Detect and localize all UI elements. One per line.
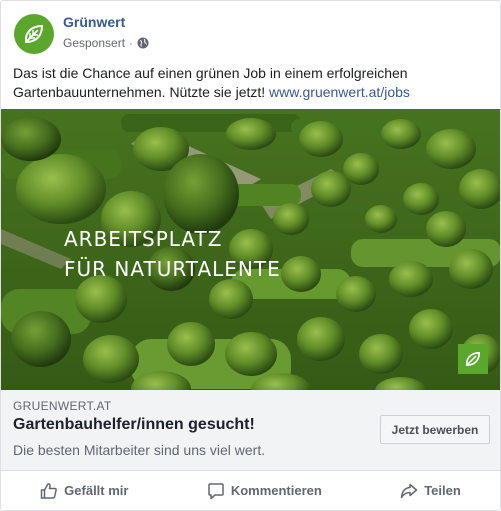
link-headline[interactable]: Gartenbauhelfer/innen gesucht!	[13, 416, 255, 434]
sponsored-label[interactable]: Gesponsert	[63, 36, 125, 50]
meta-separator: ·	[129, 36, 134, 50]
leaf-icon	[24, 24, 44, 44]
share-label: Teilen	[424, 483, 461, 498]
link-description: Die besten Mitarbeiter sind uns viel wer…	[13, 442, 266, 458]
action-bar: Gefällt mir Kommentieren Teilen	[1, 471, 500, 510]
apply-now-button[interactable]: Jetzt bewerben	[380, 415, 490, 444]
overlay-line-2: FÜR NATURTALENTE	[64, 257, 281, 281]
globe-icon[interactable]	[137, 37, 149, 49]
share-button[interactable]: Teilen	[390, 476, 471, 506]
comment-icon	[208, 482, 224, 499]
page-name-link[interactable]: Grünwert	[63, 14, 125, 30]
comment-label: Kommentieren	[230, 483, 322, 498]
thumbs-up-icon	[40, 482, 58, 499]
link-preview[interactable]: GRUENWERT.AT Gartenbauhelfer/innen gesuc…	[1, 390, 500, 471]
post-text: Das ist die Chance auf einen grünen Job …	[13, 64, 489, 102]
post-meta: Gesponsert ·	[63, 36, 149, 50]
share-icon	[400, 483, 418, 498]
sponsored-post-card: Grünwert Gesponsert · Das ist die Chance…	[0, 0, 501, 511]
brand-logo-badge	[458, 344, 488, 374]
page-avatar[interactable]	[14, 14, 54, 54]
like-button[interactable]: Gefällt mir	[30, 476, 138, 506]
leaf-icon	[465, 351, 481, 367]
like-label: Gefällt mir	[64, 483, 129, 498]
link-domain: GRUENWERT.AT	[13, 399, 112, 413]
comment-button[interactable]: Kommentieren	[197, 476, 332, 506]
overlay-line-1: ARBEITSPLATZ	[64, 227, 223, 251]
post-header: Grünwert Gesponsert ·	[1, 1, 500, 61]
post-link[interactable]: www.gruenwert.at/jobs	[269, 84, 410, 100]
ad-image[interactable]: ARBEITSPLATZ FÜR NATURTALENTE	[1, 109, 500, 390]
image-overlay-text: ARBEITSPLATZ FÜR NATURTALENTE	[64, 224, 281, 284]
